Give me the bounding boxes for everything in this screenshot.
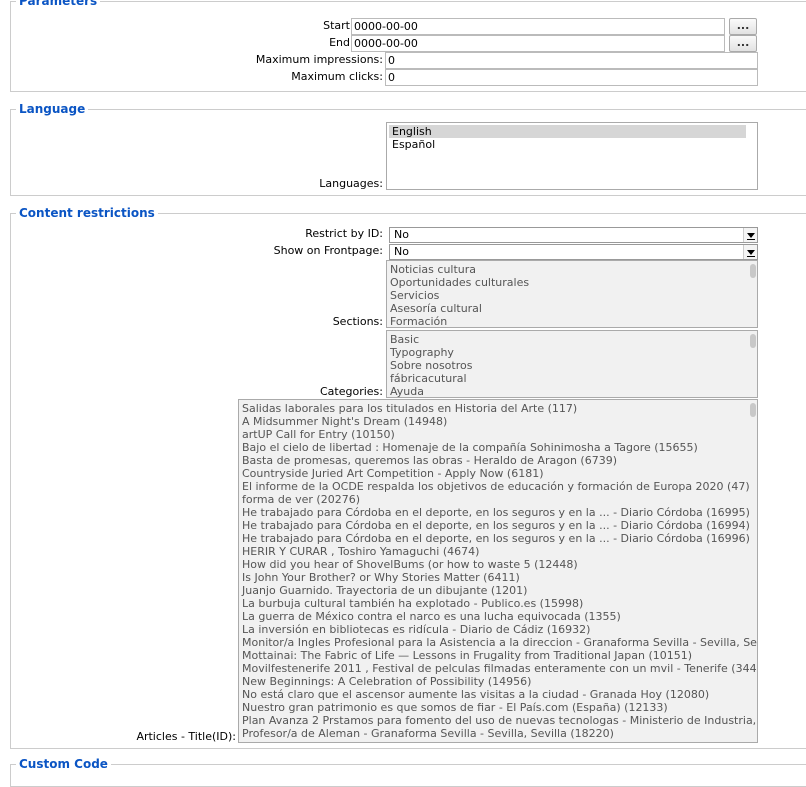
max-impressions-label: Maximum impressions: <box>255 53 383 66</box>
article-option[interactable]: forma de ver (20276) <box>239 493 757 506</box>
article-option[interactable]: Basta de promesas, queremos las obras - … <box>239 454 757 467</box>
article-option[interactable]: Mottainai: The Fabric of Life — Lessons … <box>239 649 757 662</box>
article-option[interactable]: Juanjo Guarnido. Trayectoria de un dibuj… <box>239 584 757 597</box>
article-option[interactable]: El informe de la OCDE respalda los objet… <box>239 480 757 493</box>
article-option[interactable]: Monitor/a Ingles Profesional para la Asi… <box>239 636 757 649</box>
chevron-down-icon[interactable] <box>743 245 757 259</box>
article-option[interactable]: Is John Your Brother? or Why Stories Mat… <box>239 571 757 584</box>
language-legend: Language <box>19 102 86 116</box>
section-option[interactable]: Servicios <box>387 289 757 302</box>
article-option[interactable]: Movilfestenerife 2011 , Festival de pelc… <box>239 662 757 675</box>
start-date-calendar-button[interactable]: ... <box>729 18 757 35</box>
sections-label: Sections: <box>332 315 383 328</box>
article-option[interactable]: La burbuja cultural también ha explotado… <box>239 597 757 610</box>
restrict-by-id-label: Restrict by ID: <box>305 227 383 240</box>
language-option-english[interactable]: English <box>389 125 746 138</box>
article-option[interactable]: Nuestro gran patrimonio es que somos de … <box>239 701 757 714</box>
section-option[interactable]: Formación <box>387 315 757 327</box>
article-option[interactable]: Plan Avanza 2 Prstamos para fomento del … <box>239 714 757 727</box>
articles-scrollbar[interactable] <box>749 401 756 741</box>
article-option[interactable]: A Midsummer Night's Dream (14948) <box>239 415 757 428</box>
end-date-input[interactable]: 0000-00-00 <box>351 35 725 52</box>
end-date-calendar-button[interactable]: ... <box>729 35 757 52</box>
category-option[interactable]: Typography <box>387 346 757 359</box>
article-option[interactable]: He trabajado para Córdoba en el deporte,… <box>239 519 757 532</box>
categories-scrollbar[interactable] <box>749 332 756 396</box>
start-date-input[interactable]: 0000-00-00 <box>351 18 725 35</box>
parameters-legend: Parameters <box>19 0 98 8</box>
article-option[interactable]: La guerra de México contra el narco es u… <box>239 610 757 623</box>
scroll-thumb[interactable] <box>750 264 756 278</box>
articles-listbox[interactable]: Salidas laborales para los titulados en … <box>238 399 758 743</box>
section-option[interactable]: Noticias cultura <box>387 263 757 276</box>
restrict-by-id-value: No <box>394 228 409 241</box>
sections-listbox[interactable]: Noticias cultura Oportunidades culturale… <box>386 260 758 328</box>
article-option[interactable]: Countryside Juried Art Competition - App… <box>239 467 757 480</box>
article-option[interactable]: Bajo el cielo de libertad : Homenaje de … <box>239 441 757 454</box>
max-clicks-label: Maximum clicks: <box>291 70 383 83</box>
article-option[interactable]: New Beginnings: A Celebration of Possibi… <box>239 675 757 688</box>
languages-label: Languages: <box>319 177 383 190</box>
article-option[interactable]: Profesor/a de Aleman - Granaforma Sevill… <box>239 727 757 740</box>
languages-listbox[interactable]: English Español <box>386 122 758 190</box>
max-clicks-input[interactable]: 0 <box>385 69 758 86</box>
scroll-thumb[interactable] <box>750 334 756 348</box>
restrict-by-id-select[interactable]: No <box>389 227 758 243</box>
categories-listbox[interactable]: Basic Typography Sobre nosotros fábricac… <box>386 330 758 398</box>
chevron-down-icon[interactable] <box>743 228 757 242</box>
categories-label: Categories: <box>320 385 383 398</box>
article-option[interactable]: He trabajado para Córdoba en el deporte,… <box>239 532 757 545</box>
category-option[interactable]: Sobre nosotros <box>387 359 757 372</box>
article-option[interactable]: No está claro que el ascensor aumente la… <box>239 688 757 701</box>
article-option[interactable]: Salidas laborales para los titulados en … <box>239 402 757 415</box>
sections-scrollbar[interactable] <box>749 262 756 326</box>
scroll-thumb[interactable] <box>750 403 756 417</box>
show-on-frontpage-select[interactable]: No <box>389 244 758 260</box>
language-option-espanol[interactable]: Español <box>389 138 755 151</box>
article-option[interactable]: artUP Call for Entry (10150) <box>239 428 757 441</box>
content-restrictions-legend: Content restrictions <box>19 206 155 220</box>
article-option[interactable]: He trabajado para Córdoba en el deporte,… <box>239 506 757 519</box>
category-option[interactable]: Basic <box>387 333 757 346</box>
category-option[interactable]: Ayuda <box>387 385 757 397</box>
custom-code-legend: Custom Code <box>19 757 108 771</box>
article-option[interactable]: How did you hear of ShovelBums (or how t… <box>239 558 757 571</box>
category-option[interactable]: fábricacutural <box>387 372 757 385</box>
show-on-frontpage-value: No <box>394 245 409 258</box>
max-impressions-input[interactable]: 0 <box>385 52 758 69</box>
section-option[interactable]: Oportunidades culturales <box>387 276 757 289</box>
show-on-frontpage-label: Show on Frontpage: <box>273 244 383 257</box>
section-option[interactable]: Asesoría cultural <box>387 302 757 315</box>
custom-code-fieldset: Custom Code <box>10 757 806 787</box>
articles-label: Articles - Title(ID): <box>136 730 236 743</box>
article-option[interactable]: HERIR Y CURAR , Toshiro Yamaguchi (4674) <box>239 545 757 558</box>
article-option[interactable]: La inversión en bibliotecas es ridícula … <box>239 623 757 636</box>
